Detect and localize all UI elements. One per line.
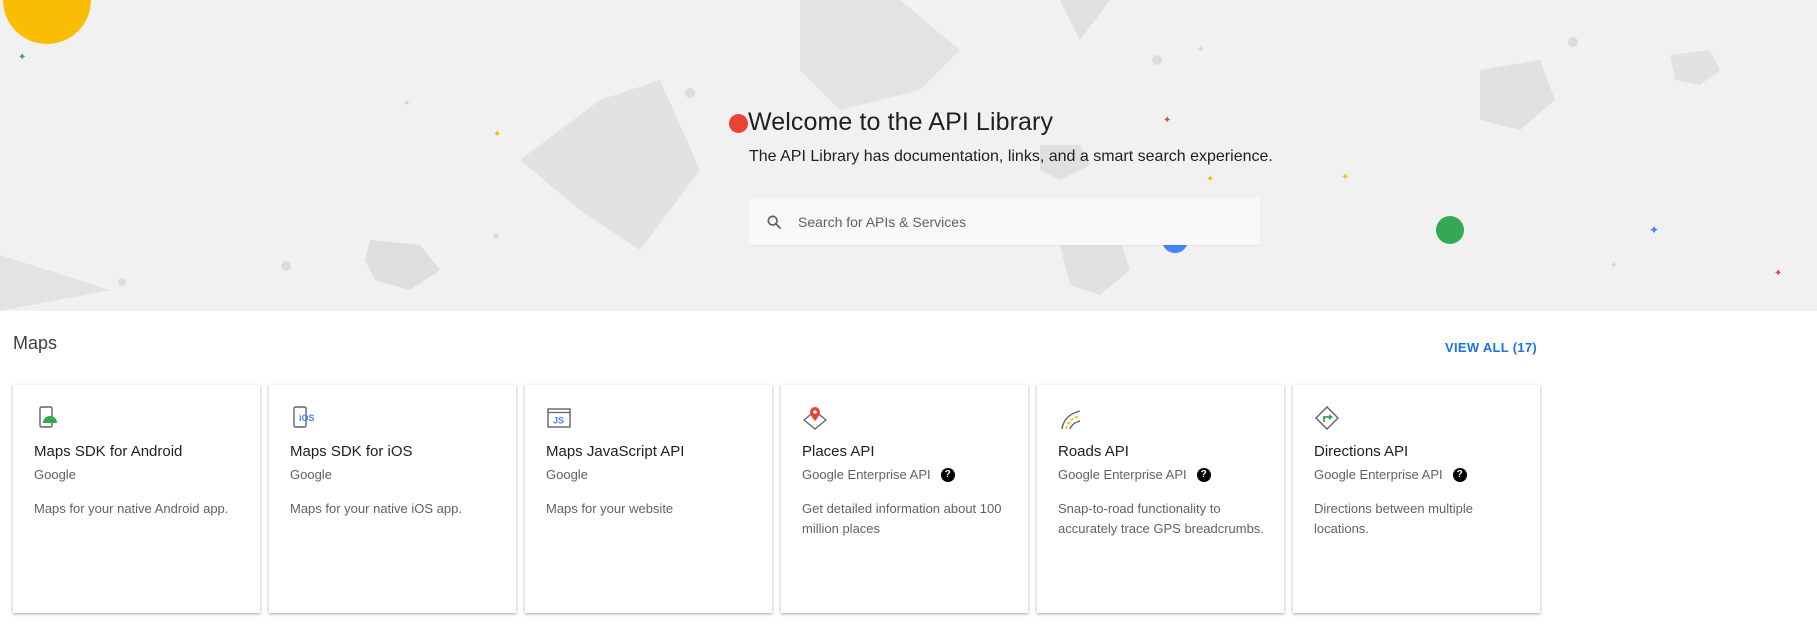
card-provider: Google Enterprise API ? xyxy=(1058,467,1211,482)
page-subtitle: The API Library has documentation, links… xyxy=(749,148,1273,165)
provider-label: Google Enterprise API xyxy=(1058,467,1187,482)
card-description: Snap-to-road functionality to accurately… xyxy=(1058,501,1264,536)
api-card-roads[interactable]: Roads API Google Enterprise API ? Snap-t… xyxy=(1037,385,1284,613)
section-title: Maps xyxy=(13,333,58,353)
sparkle-icon: ✦ xyxy=(1610,260,1618,270)
card-provider: Google Enterprise API ? xyxy=(802,467,955,482)
card-provider: Google Enterprise API ? xyxy=(1314,467,1467,482)
polygon-shape xyxy=(1480,60,1555,130)
page-title: Welcome to the API Library xyxy=(748,108,1054,136)
api-card-maps-sdk-ios[interactable]: iOS Maps SDK for iOS Google Maps for you… xyxy=(269,385,516,613)
sparkle-icon: ✦ xyxy=(493,129,501,140)
sparkle-icon: ✦ xyxy=(1163,115,1171,126)
grey-dot xyxy=(118,278,126,286)
js-glyph: JS xyxy=(553,416,564,426)
search-input[interactable] xyxy=(796,212,1240,231)
view-all-link[interactable]: VIEW ALL (17) xyxy=(1445,340,1537,355)
polygon-shape xyxy=(365,240,440,290)
grey-dot xyxy=(493,233,499,239)
search-icon xyxy=(767,214,781,229)
card-title: Maps SDK for Android xyxy=(34,443,183,460)
ios-map-icon: iOS xyxy=(293,406,315,428)
api-card-list: Maps SDK for Android Google Maps for you… xyxy=(13,385,1540,613)
polygon-shape xyxy=(1670,50,1720,85)
help-icon[interactable]: ? xyxy=(1452,467,1467,482)
sparkle-icon: ✦ xyxy=(1649,223,1659,237)
grey-dot xyxy=(281,261,291,271)
grey-dot xyxy=(1152,55,1162,65)
card-provider: Google xyxy=(290,467,332,482)
place-pin-icon xyxy=(802,407,828,430)
grey-dot xyxy=(685,88,695,98)
hero-banner: ✦ ✦ ✦ ✦ ✦ ✦ ✦ ✦ ✦ ✦ Welcome to the API L… xyxy=(0,0,1817,311)
card-title: Roads API xyxy=(1058,443,1129,460)
card-description: Directions between multiple locations. xyxy=(1314,501,1473,536)
card-title: Maps JavaScript API xyxy=(546,443,685,460)
sparkle-icon: ✦ xyxy=(403,98,411,108)
card-description: Maps for your native iOS app. xyxy=(290,501,462,516)
provider-label: Google xyxy=(290,467,332,482)
api-card-maps-javascript[interactable]: JS Maps JavaScript API Google Maps for y… xyxy=(525,385,772,613)
card-title: Directions API xyxy=(1314,443,1409,460)
api-card-places[interactable]: Places API Google Enterprise API ? Get d… xyxy=(781,385,1028,613)
yellow-circle xyxy=(3,0,91,44)
sparkle-icon: ✦ xyxy=(1206,174,1214,185)
android-map-icon xyxy=(39,406,57,428)
card-description: Maps for your website xyxy=(546,501,674,516)
provider-label: Google xyxy=(546,467,588,482)
card-provider: Google xyxy=(34,467,76,482)
directions-icon xyxy=(1315,406,1339,430)
search-box[interactable] xyxy=(749,198,1260,245)
polygon-shape xyxy=(1060,240,1130,295)
card-description: Get detailed information about 100 milli… xyxy=(802,501,1002,536)
grey-dot xyxy=(1568,37,1578,47)
card-title: Maps SDK for iOS xyxy=(290,443,413,460)
provider-label: Google Enterprise API xyxy=(1314,467,1443,482)
provider-label: Google Enterprise API xyxy=(802,467,931,482)
sparkle-icon: ✦ xyxy=(1197,44,1205,54)
sparkle-icon: ✦ xyxy=(1341,172,1349,183)
green-circle xyxy=(1436,216,1464,244)
sparkle-icon: ✦ xyxy=(1774,268,1782,279)
red-dot-icon xyxy=(729,114,748,133)
sparkle-icon: ✦ xyxy=(18,52,26,63)
javascript-icon: JS xyxy=(547,408,571,428)
api-card-directions[interactable]: Directions API Google Enterprise API ? D… xyxy=(1293,385,1540,613)
ios-glyph: iOS xyxy=(299,413,315,423)
card-provider: Google xyxy=(546,467,588,482)
card-description: Maps for your native Android app. xyxy=(34,501,229,516)
help-icon[interactable]: ? xyxy=(1196,467,1211,482)
roads-icon xyxy=(1061,410,1081,430)
polygon-shape xyxy=(520,80,700,250)
card-title: Places API xyxy=(802,443,875,460)
polygon-shape xyxy=(800,0,960,110)
provider-label: Google xyxy=(34,467,76,482)
help-icon[interactable]: ? xyxy=(940,467,955,482)
polygon-shape xyxy=(0,255,110,311)
api-card-maps-sdk-android[interactable]: Maps SDK for Android Google Maps for you… xyxy=(13,385,260,613)
polygon-shape xyxy=(1060,0,1110,40)
